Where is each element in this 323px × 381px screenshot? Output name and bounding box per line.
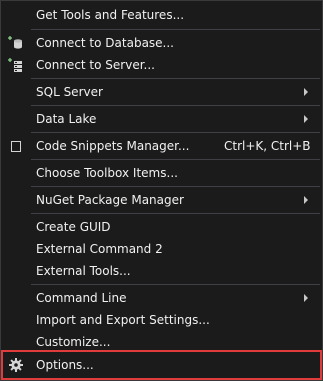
menu-item-choose-toolbox-items[interactable]: Choose Toolbox Items... (2, 162, 321, 184)
menu-item-label: Customize... (36, 335, 111, 349)
menu-item-label: Command Line (36, 291, 127, 305)
menu-item-label: Get Tools and Features... (36, 8, 185, 22)
menu-separator (31, 29, 320, 30)
menu-item-get-tools-and-features[interactable]: Get Tools and Features... (2, 4, 321, 26)
menu-separator (31, 213, 320, 214)
menu-item-label: External Tools... (36, 264, 131, 278)
menu-item-connect-to-database[interactable]: Connect to Database... (2, 32, 321, 54)
submenu-arrow-icon (304, 88, 308, 96)
menu-item-label: Data Lake (36, 112, 97, 126)
menu-item-label: Code Snippets Manager... (36, 139, 190, 153)
checkbox-icon (8, 138, 24, 154)
menu-item-options[interactable]: Options... (2, 354, 321, 376)
gear-icon (8, 357, 24, 373)
menu-item-connect-to-server[interactable]: Connect to Server... (2, 54, 321, 76)
menu-item-nuget-package-manager[interactable]: NuGet Package Manager (2, 189, 321, 211)
tools-menu: Get Tools and Features... Connect to Dat… (0, 0, 323, 381)
menu-item-shortcut: Ctrl+K, Ctrl+B (224, 139, 311, 153)
menu-separator (31, 284, 320, 285)
menu-item-sql-server[interactable]: SQL Server (2, 81, 321, 103)
menu-item-label: External Command 2 (36, 242, 163, 256)
menu-item-create-guid[interactable]: Create GUID (2, 216, 321, 238)
server-add-icon (8, 57, 24, 73)
menu-item-code-snippets-manager[interactable]: Code Snippets Manager... Ctrl+K, Ctrl+B (2, 135, 321, 157)
database-add-icon (8, 35, 24, 51)
menu-item-command-line[interactable]: Command Line (2, 287, 321, 309)
menu-item-data-lake[interactable]: Data Lake (2, 108, 321, 130)
menu-separator (31, 132, 320, 133)
menu-item-customize[interactable]: Customize... (2, 331, 321, 353)
menu-separator (31, 78, 320, 79)
menu-item-label: Options... (36, 358, 94, 372)
menu-item-external-tools[interactable]: External Tools... (2, 260, 321, 282)
menu-item-label: SQL Server (36, 85, 103, 99)
menu-item-label: Connect to Database... (36, 36, 174, 50)
submenu-arrow-icon (304, 115, 308, 123)
menu-item-external-command-2[interactable]: External Command 2 (2, 238, 321, 260)
menu-item-label: Choose Toolbox Items... (36, 166, 178, 180)
menu-item-label: Import and Export Settings... (36, 313, 210, 327)
menu-separator (31, 105, 320, 106)
menu-item-label: Create GUID (36, 220, 111, 234)
menu-item-label: NuGet Package Manager (36, 193, 184, 207)
menu-separator (31, 159, 320, 160)
submenu-arrow-icon (304, 196, 308, 204)
submenu-arrow-icon (304, 294, 308, 302)
menu-item-import-export-settings[interactable]: Import and Export Settings... (2, 309, 321, 331)
menu-item-label: Connect to Server... (36, 58, 155, 72)
menu-separator (31, 186, 320, 187)
